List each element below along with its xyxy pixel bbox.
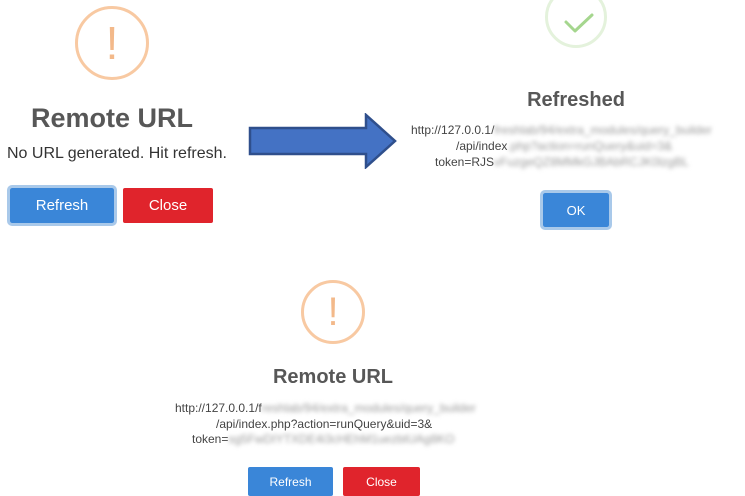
url-line-3: token=sg5FwDIYTXDE4i3cHEhM1uezbtUAg8KO — [192, 432, 454, 446]
bottom-dialog: ! Remote URL http://127.0.0.1/freshlab/9… — [150, 270, 570, 496]
redacted-text: reshlab/94/extra_modules/query_builder — [261, 401, 476, 415]
url-text: http://127.0.0.1/f — [175, 401, 262, 415]
url-line-1: http://127.0.0.1/freshlab/94/extra_modul… — [411, 123, 712, 137]
dialog-title: Refreshed — [527, 89, 625, 111]
refresh-button[interactable]: Refresh — [248, 467, 333, 496]
right-arrow-icon — [248, 113, 397, 169]
warning-icon: ! — [75, 6, 149, 80]
url-text: /api/index — [456, 139, 508, 153]
url-text: http://127.0.0.1/ — [411, 123, 495, 137]
warning-icon: ! — [301, 280, 365, 344]
redacted-text: sg5FwDIYTXDE4i3cHEhM1uezbtUAg8KO — [228, 432, 455, 446]
close-button[interactable]: Close — [343, 467, 420, 496]
url-line-2: /api/index.php?action=runQuery&uid=3& — [216, 417, 432, 431]
left-dialog: ! Remote URL No URL generated. Hit refre… — [0, 0, 230, 240]
url-line-2: /api/index.php?action=runQuery&uid=3& — [456, 139, 672, 153]
refresh-button[interactable]: Refresh — [7, 185, 117, 226]
redacted-text: .php?action=runQuery&uid=3& — [507, 139, 673, 153]
url-text: /api/index.php?action=runQuery&uid=3& — [216, 417, 433, 431]
close-button[interactable]: Close — [123, 188, 213, 223]
url-text: token=RJS — [435, 155, 495, 169]
ok-button[interactable]: OK — [540, 190, 612, 230]
dialog-message: No URL generated. Hit refresh. — [7, 145, 227, 162]
check-mark — [564, 13, 594, 33]
redacted-text: freshlab/94/extra_modules/query_builder — [494, 123, 712, 137]
warning-glyph: ! — [105, 17, 119, 69]
url-text: token= — [192, 432, 229, 446]
dialog-title: Remote URL — [30, 103, 193, 133]
dialog-title: Remote URL — [272, 366, 393, 388]
url-line-1: http://127.0.0.1/freshlab/94/extra_modul… — [175, 401, 476, 415]
redacted-text: vFuzgeQZ8MMkGJBAbRCJK0lzgBL — [494, 155, 689, 169]
right-dialog: Refreshed http://127.0.0.1/freshlab/94/e… — [400, 0, 745, 240]
check-icon — [545, 0, 607, 48]
url-line-3: token=RJSvFuzgeQZ8MMkGJBAbRCJK0lzgBL — [435, 155, 689, 169]
warning-glyph: ! — [327, 290, 339, 334]
